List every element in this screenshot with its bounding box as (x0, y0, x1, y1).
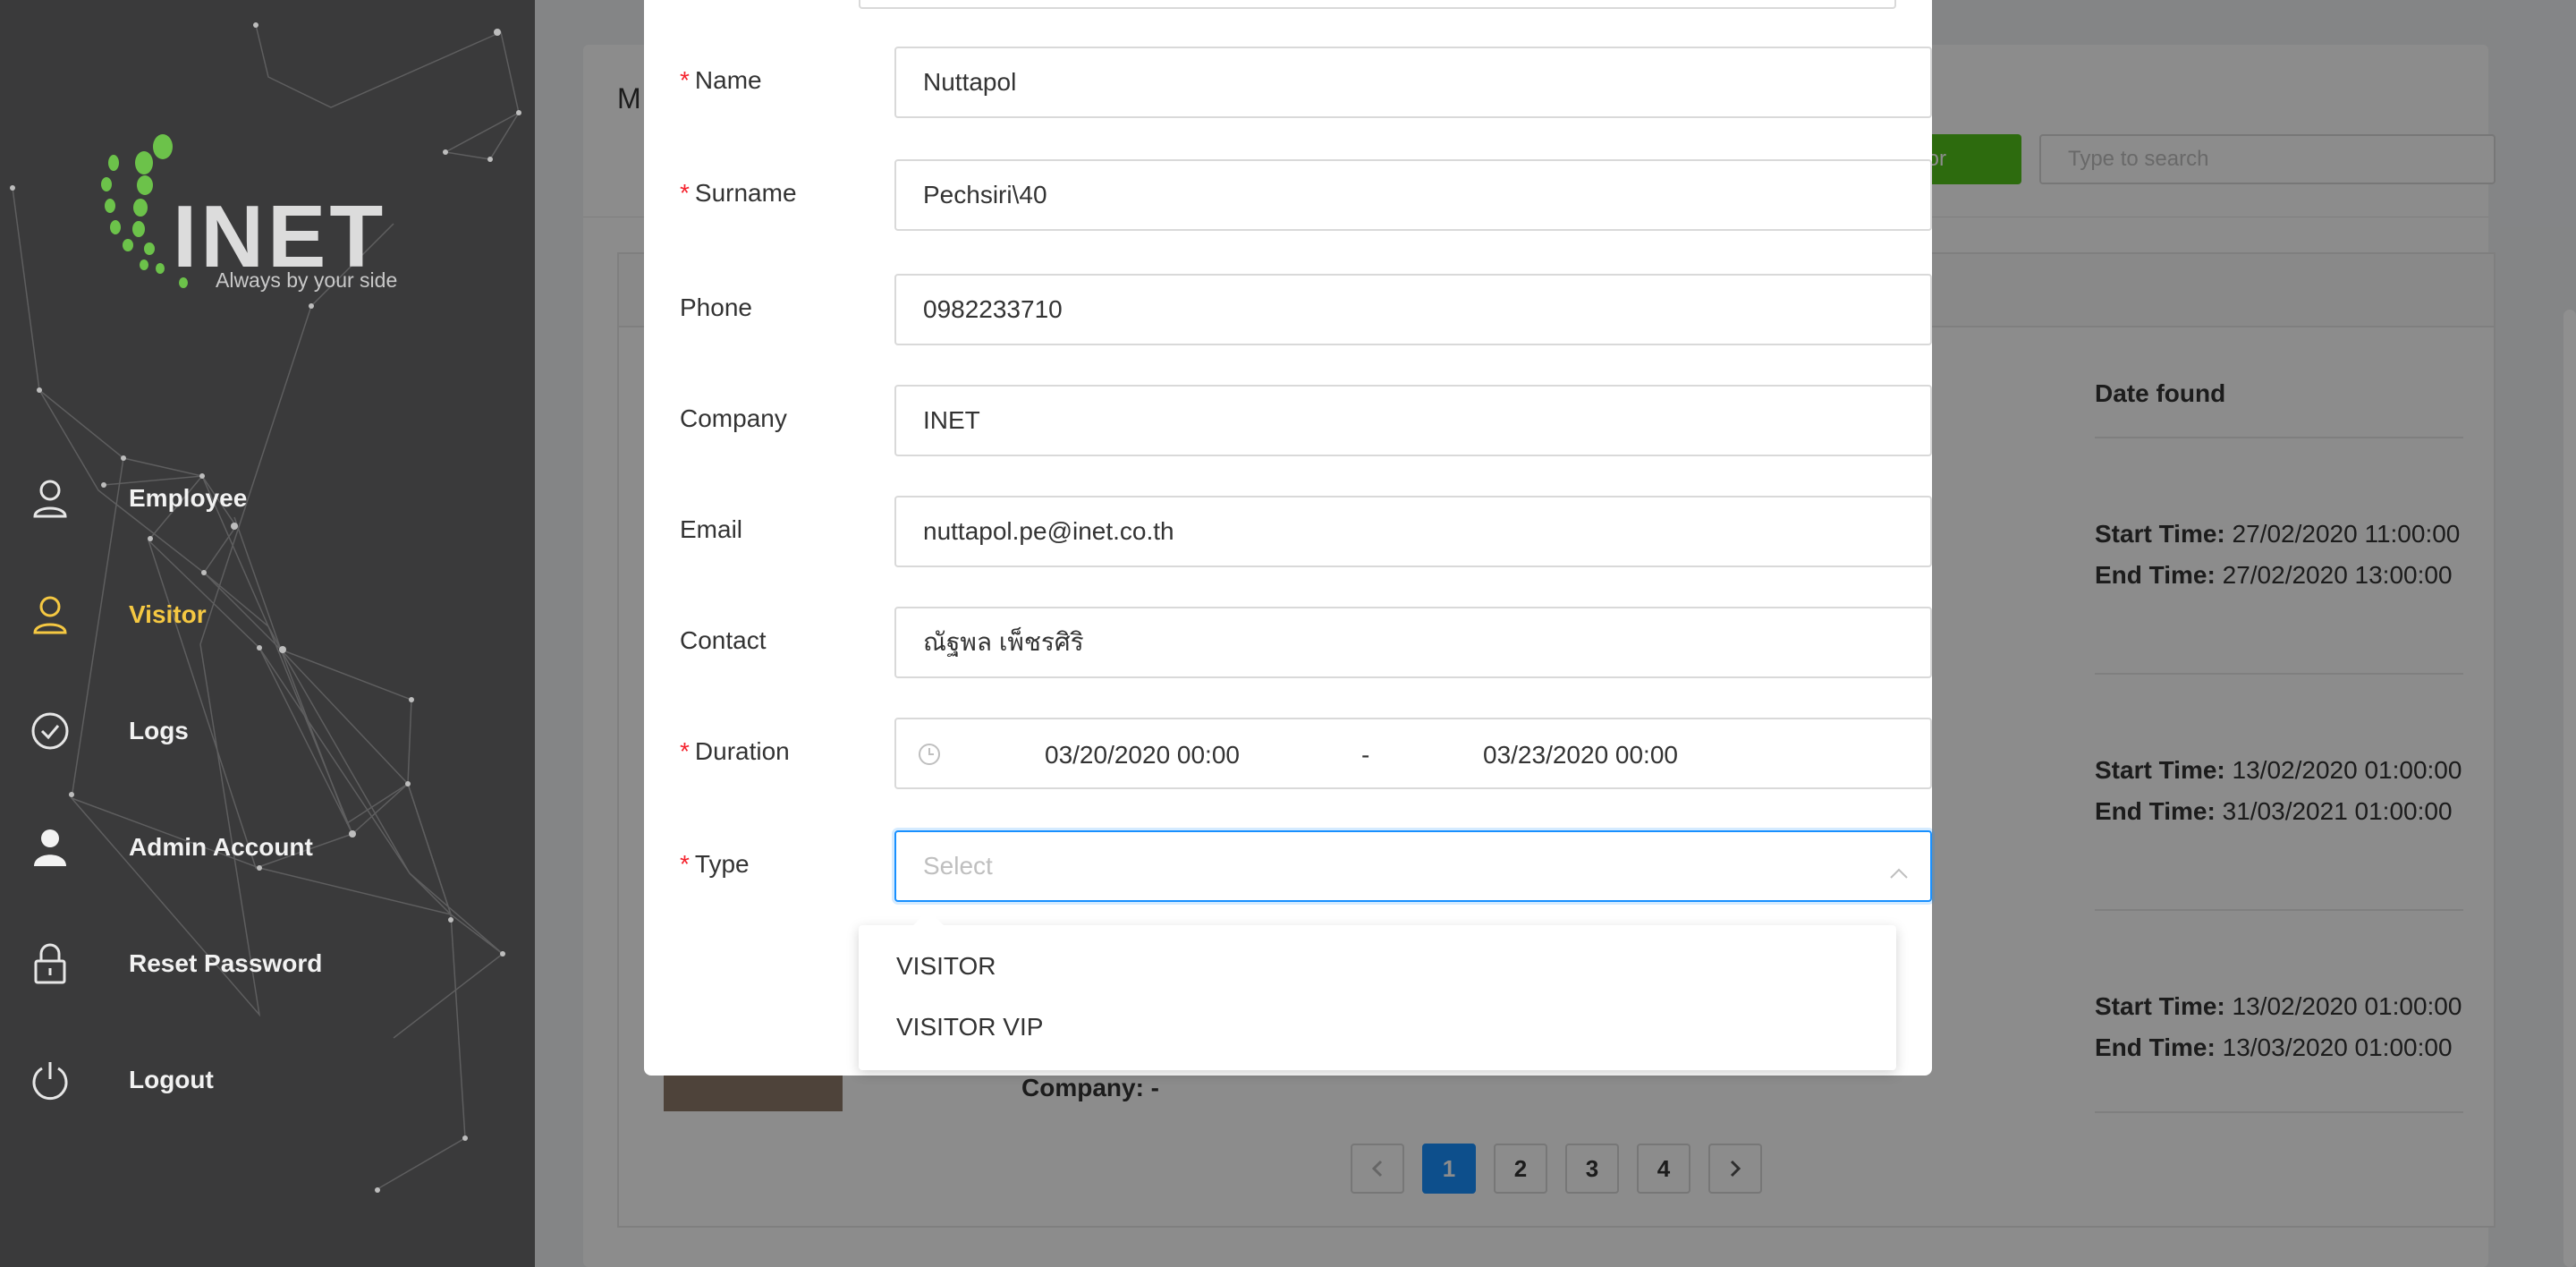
form-row-type: * Type Select (680, 830, 1932, 902)
name-input[interactable]: Nuttapol (894, 47, 1932, 118)
phone-input[interactable]: 0982233710 (894, 274, 1932, 345)
name-label-text: Name (694, 66, 762, 94)
surname-label-text: Surname (694, 179, 797, 207)
duration-label: * Duration (680, 737, 790, 766)
sidebar-item-label: Logout (129, 1066, 214, 1093)
type-select[interactable]: Select (894, 830, 1932, 902)
sidebar-item-employee[interactable]: Employee (0, 440, 535, 557)
required-mark: * (680, 850, 690, 878)
sidebar-item-label: Reset Password (129, 949, 323, 977)
phone-label: Phone (680, 293, 752, 321)
type-dropdown-menu: VISITOR VISITOR VIP (859, 925, 1896, 1070)
duration-range-picker[interactable]: 03/20/2020 00:00 - 03/23/2020 00:00 (894, 718, 1932, 789)
user-outline-icon (29, 477, 72, 520)
form-row-name: * Name Nuttapol (680, 47, 1932, 118)
sidebar-item-logs[interactable]: Logs (0, 673, 535, 789)
form-row-contact: Contact ณัฐพล เพ็ชรศิริ (680, 607, 1932, 678)
range-separator: - (1361, 741, 1370, 769)
sidebar-nav: Employee Visitor Logs Admin Account Rese… (0, 440, 535, 1138)
sidebar-item-label: Employee (129, 484, 248, 512)
lock-icon (29, 942, 72, 985)
type-option-visitor[interactable]: VISITOR (859, 936, 1896, 997)
visitor-form-modal: * Name Nuttapol * Surname Pechsiri\40 Phon… (644, 0, 1932, 1076)
inet-logo: INET Always by your side (94, 134, 443, 304)
form-row-duration: * Duration 03/20/2020 00:00 - 03/23/2020 … (680, 718, 1932, 789)
duration-label-text: Duration (694, 737, 790, 765)
type-option-visitor-vip[interactable]: VISITOR VIP (859, 997, 1896, 1058)
required-mark: * (680, 737, 690, 765)
contact-input[interactable]: ณัฐพล เพ็ชรศิริ (894, 607, 1932, 678)
company-label: Company (680, 404, 787, 432)
email-input[interactable]: nuttapol.pe@inet.co.th (894, 496, 1932, 567)
sidebar-item-label: Logs (129, 717, 189, 744)
contact-label: Contact (680, 626, 767, 654)
user-outline-icon (29, 593, 72, 636)
form-row-company: Company INET (680, 385, 1932, 456)
scrollbar[interactable] (2563, 310, 2576, 1267)
duration-start-input[interactable]: 03/20/2020 00:00 (1045, 741, 1240, 770)
sidebar-item-label: Admin Account (129, 833, 313, 861)
surname-label: * Surname (680, 179, 797, 208)
form-row-phone: Phone 0982233710 (680, 274, 1932, 345)
sidebar-item-admin-account[interactable]: Admin Account (0, 789, 535, 906)
sidebar-item-visitor[interactable]: Visitor (0, 557, 535, 673)
email-label: Email (680, 515, 743, 543)
type-label: * Type (680, 850, 750, 879)
required-mark: * (680, 179, 690, 207)
company-input[interactable]: INET (894, 385, 1932, 456)
clock-icon (918, 743, 941, 772)
surname-input[interactable]: Pechsiri\40 (894, 159, 1932, 231)
form-row-surname: * Surname Pechsiri\40 (680, 159, 1932, 231)
chevron-up-icon (1889, 857, 1909, 886)
sidebar-item-logout[interactable]: Logout (0, 1022, 535, 1138)
type-select-placeholder: Select (923, 852, 993, 880)
user-filled-icon (29, 826, 72, 869)
name-label: * Name (680, 66, 762, 95)
sidebar-item-label: Visitor (129, 600, 207, 628)
logo-tagline: Always by your side (216, 268, 398, 292)
previous-field-input[interactable] (859, 0, 1896, 9)
type-label-text: Type (694, 850, 750, 878)
sidebar: INET Always by your side Employee Visito… (0, 0, 535, 1267)
form-row-email: Email nuttapol.pe@inet.co.th (680, 496, 1932, 567)
duration-end-input[interactable]: 03/23/2020 00:00 (1483, 741, 1678, 770)
required-mark: * (680, 66, 690, 94)
sidebar-item-reset-password[interactable]: Reset Password (0, 906, 535, 1022)
check-circle-icon (29, 710, 72, 753)
power-icon (29, 1059, 72, 1101)
